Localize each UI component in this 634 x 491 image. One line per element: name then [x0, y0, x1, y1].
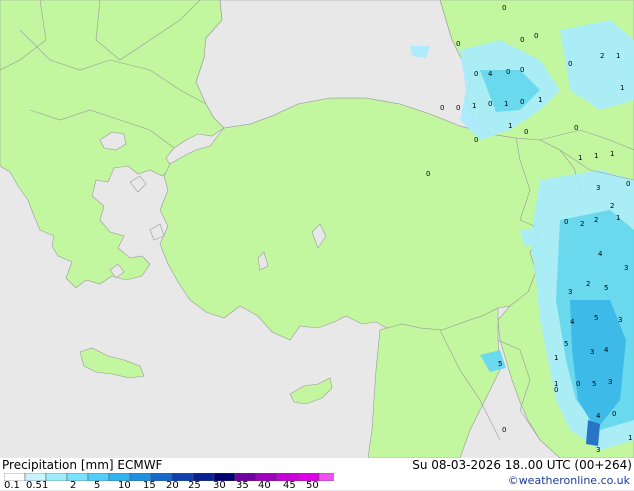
- precip-value: 4: [570, 318, 575, 326]
- precip-value: 5: [604, 284, 608, 292]
- precip-value: 0: [534, 32, 538, 40]
- precip-value: 1: [538, 96, 542, 104]
- precip-value: 1: [472, 102, 476, 110]
- precip-value: 0: [502, 4, 506, 12]
- precip-value: 1: [578, 154, 582, 162]
- precip-value: 0: [502, 426, 506, 434]
- precip-value: 2: [594, 216, 598, 224]
- precipitation-map: 0 0 0 0 2 1 0 4 0 0 0 1 0 0 1 0 1 1 0 1 …: [0, 0, 634, 458]
- scale-tick-label: 45: [283, 480, 296, 491]
- scale-tick-label: 2: [70, 480, 77, 491]
- precip-value: 0: [520, 66, 524, 74]
- precip-value: 1: [620, 84, 624, 92]
- precip-value: 4: [596, 412, 601, 420]
- credit-link[interactable]: ©weatheronline.co.uk: [508, 474, 630, 487]
- precip-value: 3: [624, 264, 628, 272]
- precip-value: 0: [426, 170, 430, 178]
- precip-value: 2: [600, 52, 604, 60]
- scale-tick-label: 0.5: [26, 480, 42, 491]
- precip-value: 1: [628, 434, 632, 442]
- precip-value: 2: [586, 280, 590, 288]
- precip-value: 3: [618, 316, 622, 324]
- precip-value: 4: [488, 70, 493, 78]
- precip-value: 0: [520, 36, 524, 44]
- precip-value: 1: [504, 100, 508, 108]
- precip-value: 0: [456, 104, 460, 112]
- scale-tick-label: 0.1: [4, 480, 20, 491]
- forecast-datetime: Su 08-03-2026 18..00 UTC (00+264): [412, 458, 632, 472]
- precip-value: 3: [608, 378, 612, 386]
- precip-value: 0: [440, 104, 444, 112]
- precip-value: 0: [576, 380, 580, 388]
- scale-tick-label: 1: [42, 480, 49, 491]
- precip-value: 1: [508, 122, 512, 130]
- precip-value: 5: [594, 314, 598, 322]
- scale-tick-label: 10: [118, 480, 131, 491]
- scale-tick-label: 20: [166, 480, 179, 491]
- precip-value: 0: [524, 128, 528, 136]
- precip-value: 0: [506, 68, 510, 76]
- precip-value: 5: [498, 360, 502, 368]
- precip-value: 1: [554, 354, 558, 362]
- precip-value: 3: [596, 184, 600, 192]
- precip-value: 2: [610, 202, 614, 210]
- precip-value: 2: [580, 220, 584, 228]
- precip-value: 3: [596, 446, 600, 454]
- precip-value: 0: [474, 136, 478, 144]
- scale-tick-label: 15: [143, 480, 156, 491]
- precip-value: 0: [520, 98, 524, 106]
- precip-value: 1: [554, 380, 558, 388]
- map-title: Precipitation [mm] ECMWF: [2, 458, 163, 472]
- scale-tick-label: 5: [94, 480, 101, 491]
- scale-swatch: [45, 473, 68, 481]
- scale-tick-label: 35: [236, 480, 249, 491]
- precip-value: 0: [568, 60, 572, 68]
- scale-tick-label: 25: [188, 480, 201, 491]
- precip-value: 0: [612, 410, 616, 418]
- precip-value: 0: [564, 218, 568, 226]
- scale-tick-label: 30: [213, 480, 226, 491]
- precip-value: 0: [626, 180, 630, 188]
- precip-value: 0: [456, 40, 460, 48]
- precip-value: 1: [610, 150, 614, 158]
- precip-value: 4: [604, 346, 609, 354]
- precip-value: 0: [474, 70, 478, 78]
- precip-value: 5: [564, 340, 568, 348]
- precip-value: 1: [594, 152, 598, 160]
- scale-swatch: [318, 473, 334, 481]
- precip-value: 5: [592, 380, 596, 388]
- precip-value: 1: [616, 52, 620, 60]
- precip-value: 0: [574, 124, 578, 132]
- precip-value: 4: [598, 250, 603, 258]
- precip-value: 0: [488, 100, 492, 108]
- scale-tick-label: 40: [258, 480, 271, 491]
- precip-value: 3: [568, 288, 572, 296]
- precip-value: 3: [590, 348, 594, 356]
- scale-tick-label: 50: [306, 480, 319, 491]
- precip-value: 1: [616, 214, 620, 222]
